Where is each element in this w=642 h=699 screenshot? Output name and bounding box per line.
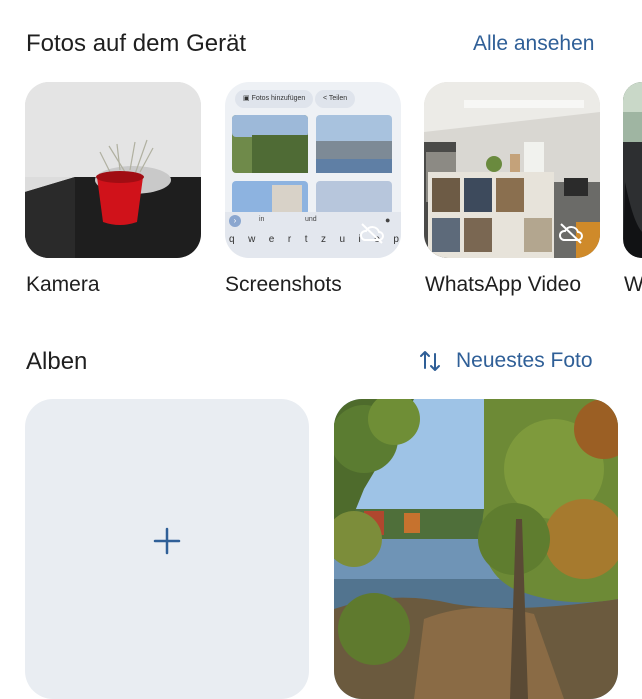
folder-label-partial: W — [624, 273, 642, 296]
see-all-link[interactable]: Alle ansehen — [473, 32, 594, 56]
swap-vert-icon — [420, 351, 440, 371]
albums-title: Alben — [26, 348, 88, 375]
suggestion-2: und — [305, 216, 317, 223]
sort-label: Neuestes Foto — [456, 349, 593, 372]
mic-icon: ● — [385, 215, 391, 225]
photo-grid-icon — [232, 115, 392, 215]
key-r: r — [287, 234, 292, 245]
folder-label-kamera: Kamera — [26, 273, 100, 296]
chip-add-label: Fotos hinzufügen — [251, 95, 306, 102]
folder-partial[interactable] — [623, 82, 642, 258]
keyboard-expand-icon: › — [229, 215, 241, 227]
key-t: t — [304, 234, 308, 245]
folder-label-screenshots: Screenshots — [225, 273, 342, 296]
partial-folder-thumbnail-icon — [623, 82, 642, 258]
folder-whatsapp-video[interactable] — [424, 82, 600, 258]
folder-kamera[interactable] — [25, 82, 201, 258]
lake-photo-thumbnail-icon — [334, 399, 618, 699]
folder-screenshots[interactable]: ▣ Fotos hinzufügen < Teilen › in und ● q… — [225, 82, 401, 258]
chip-add-photos: ▣ Fotos hinzufügen — [235, 90, 314, 108]
album-tile[interactable] — [334, 399, 618, 699]
chip-share-label: Teilen — [328, 95, 348, 102]
device-photos-title: Fotos auf dem Gerät — [26, 30, 247, 57]
key-u: u — [339, 234, 346, 245]
key-e: e — [268, 234, 275, 245]
sort-button[interactable]: Neuestes Foto — [418, 348, 593, 374]
key-w: w — [248, 234, 256, 245]
cloud-off-icon — [558, 223, 583, 244]
plus-icon — [153, 527, 181, 555]
folder-label-whatsapp-video: WhatsApp Video — [425, 273, 582, 296]
camera-folder-thumbnail-icon — [25, 82, 201, 258]
cloud-off-icon — [359, 223, 384, 244]
key-z: z — [320, 234, 326, 245]
suggestion-1: in — [259, 216, 265, 223]
key-p: p — [393, 234, 399, 245]
new-album-button[interactable] — [25, 399, 309, 699]
chip-share: < Teilen — [315, 90, 356, 108]
key-q: q — [229, 234, 235, 245]
